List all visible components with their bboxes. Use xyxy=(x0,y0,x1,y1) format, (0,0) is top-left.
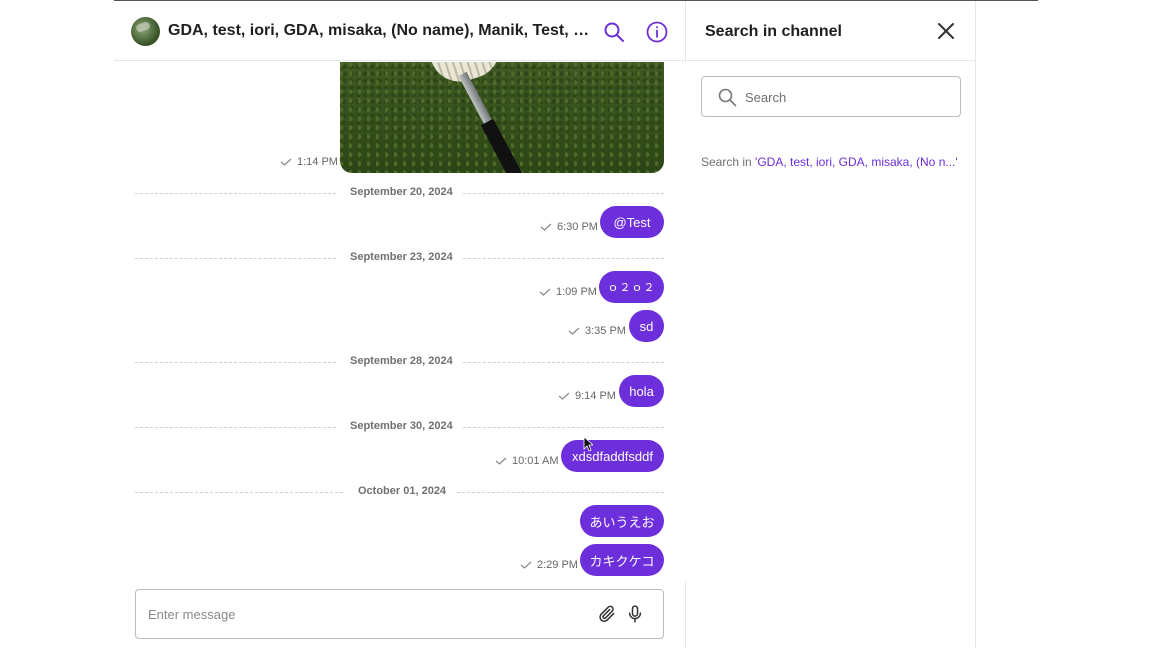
message-time: 9:14 PM xyxy=(558,390,616,402)
message-time: 1:14 PM xyxy=(280,156,338,168)
channel-title[interactable]: GDA, test, iori, GDA, misaka, (No name),… xyxy=(168,22,592,40)
check-icon xyxy=(539,288,551,296)
date-divider: September 23, 2024 xyxy=(135,251,664,265)
messaging-app: GDA, test, iori, GDA, misaka, (No name),… xyxy=(114,1,976,648)
check-icon xyxy=(568,327,580,335)
date-divider: September 20, 2024 xyxy=(135,186,664,200)
message-list[interactable]: 1:14 PM September 20, 2024 6:30 PM @Test… xyxy=(114,62,686,582)
message-bubble[interactable]: カキクケコ xyxy=(580,544,664,576)
check-icon xyxy=(280,158,292,166)
paperclip-icon[interactable] xyxy=(597,604,617,624)
message-input[interactable] xyxy=(148,604,568,624)
info-icon[interactable] xyxy=(645,20,669,44)
chat-header: GDA, test, iori, GDA, misaka, (No name),… xyxy=(114,1,686,61)
date-divider: September 28, 2024 xyxy=(135,355,664,369)
message-time: 3:35 PM xyxy=(568,325,626,337)
channel-avatar[interactable] xyxy=(131,17,160,46)
search-scope-channel: 'GDA, test, iori, GDA, misaka, (No n...' xyxy=(755,155,958,169)
microphone-icon[interactable] xyxy=(625,604,645,624)
search-panel: Search in channel Search in 'GDA, test, … xyxy=(687,1,976,648)
message-time: 10:01 AM xyxy=(495,455,558,467)
message-bubble[interactable]: あいうえお xyxy=(580,505,664,537)
date-divider: October 01, 2024 xyxy=(135,485,664,499)
close-icon[interactable] xyxy=(935,20,957,42)
date-label: October 01, 2024 xyxy=(358,485,447,497)
message-bubble[interactable]: ｏ２ｏ２ xyxy=(599,271,664,303)
date-divider: September 30, 2024 xyxy=(135,420,664,434)
date-label: September 20, 2024 xyxy=(350,186,453,198)
chat-pane: GDA, test, iori, GDA, misaka, (No name),… xyxy=(114,1,686,648)
message-time: 1:09 PM xyxy=(539,286,597,298)
golf-club-grip xyxy=(480,118,527,173)
date-label: September 28, 2024 xyxy=(350,355,453,367)
check-icon xyxy=(540,223,552,231)
check-icon xyxy=(520,561,532,569)
check-icon xyxy=(558,392,570,400)
search-icon[interactable] xyxy=(602,20,626,44)
search-scope: Search in 'GDA, test, iori, GDA, misaka,… xyxy=(701,155,958,169)
channel-search-box xyxy=(701,76,961,117)
image-message[interactable] xyxy=(340,62,664,173)
message-bubble[interactable]: xdsdfaddfsddf xyxy=(561,440,664,472)
panel-header: Search in channel xyxy=(687,1,976,61)
mouse-cursor-icon xyxy=(583,436,593,452)
panel-title: Search in channel xyxy=(705,23,842,40)
date-label: September 23, 2024 xyxy=(350,251,453,263)
channel-search-input[interactable] xyxy=(745,88,945,106)
check-icon xyxy=(495,457,507,465)
date-label: September 30, 2024 xyxy=(350,420,453,432)
message-composer xyxy=(135,589,664,639)
message-bubble[interactable]: @Test xyxy=(600,206,664,238)
message-time: 6:30 PM xyxy=(540,221,598,233)
search-icon xyxy=(718,88,737,107)
message-bubble[interactable]: hola xyxy=(619,375,664,407)
message-bubble[interactable]: sd xyxy=(629,310,664,342)
message-time: 2:29 PM xyxy=(520,559,578,571)
